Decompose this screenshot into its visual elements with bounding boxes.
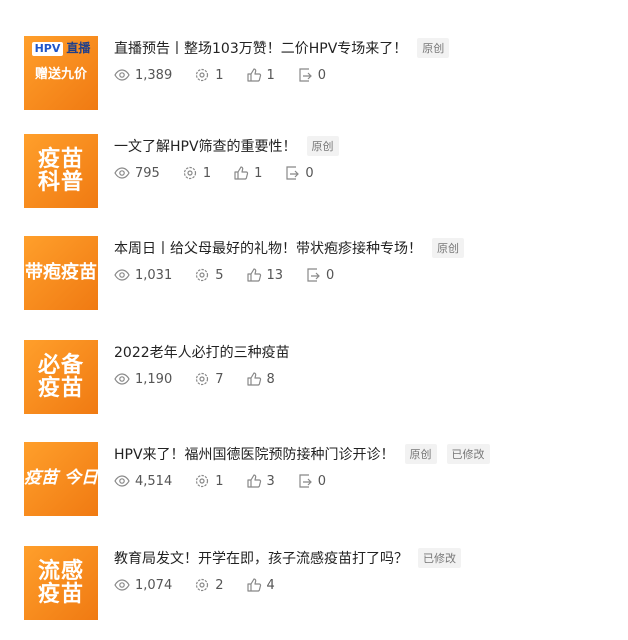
article-title[interactable]: 本周日丨给父母最好的礼物！带状疱疹接种专场！ [114, 238, 422, 258]
gear-share-icon [183, 166, 196, 180]
thumb-caption: 疫苗 今日 [24, 468, 98, 489]
eye-icon [114, 475, 130, 487]
thumb-caption: 疫苗 [37, 582, 84, 607]
share-count: 2 [215, 577, 224, 593]
thumbs-up-icon [246, 474, 261, 488]
article-thumbnail[interactable]: 疫苗 科普 [24, 134, 98, 208]
forward-count: 0 [326, 267, 335, 283]
original-badge: 原创 [417, 38, 450, 58]
article-thumbnail[interactable]: 带疱疫苗 [24, 236, 98, 310]
gear-share-icon [196, 578, 209, 592]
article-item[interactable]: 带疱疫苗 本周日丨给父母最好的礼物！带状疱疹接种专场！ 原创 1,031 5 1… [24, 236, 604, 312]
thumb-caption: 流感 [37, 558, 84, 584]
share-count: 1 [215, 67, 224, 83]
thumb-caption: 赠送九价 [34, 66, 87, 82]
view-count: 795 [135, 165, 160, 181]
edited-badge: 已修改 [446, 444, 490, 464]
view-count: 1,031 [135, 267, 173, 283]
thumbs-up-icon [246, 68, 261, 82]
like-count: 4 [266, 577, 275, 593]
article-title[interactable]: 直播预告丨整场103万赞！二价HPV专场来了！ [114, 38, 407, 58]
share-count: 5 [215, 267, 224, 283]
article-item[interactable]: 必备 疫苗 2022老年人必打的三种疫苗 1,190 7 8 [24, 340, 604, 416]
forward-count: 0 [317, 67, 327, 83]
thumb-caption: 科普 [37, 170, 84, 195]
article-thumbnail[interactable]: 流感 疫苗 [24, 546, 98, 620]
like-count: 1 [266, 67, 275, 83]
eye-icon [114, 373, 130, 385]
view-count: 1,389 [135, 67, 173, 83]
article-thumbnail[interactable]: 必备 疫苗 [24, 340, 98, 414]
original-badge: 原创 [306, 136, 339, 156]
thumbs-up-icon [246, 372, 261, 386]
view-count: 1,190 [135, 371, 173, 387]
thumb-caption: 疫苗 [37, 146, 84, 172]
eye-icon [114, 69, 130, 81]
like-count: 8 [266, 371, 275, 387]
article-item[interactable]: 流感 疫苗 教育局发文！开学在即，孩子流感疫苗打了吗？ 已修改 1,074 2 … [24, 546, 604, 622]
gear-share-icon [196, 268, 209, 282]
article-item[interactable]: 疫苗 今日 HPV来了！福州国德医院预防接种门诊开诊！ 原创 已修改 4,514… [24, 442, 604, 518]
article-title[interactable]: HPV来了！福州国德医院预防接种门诊开诊！ [114, 444, 395, 464]
like-count: 3 [266, 473, 275, 489]
forward-icon [299, 68, 312, 82]
hpv-tag: HPV [31, 42, 64, 56]
gear-share-icon [196, 474, 209, 488]
edited-badge: 已修改 [418, 548, 461, 568]
thumb-caption: 带疱疫苗 [25, 261, 97, 283]
article-thumbnail[interactable]: 疫苗 今日 [24, 442, 98, 516]
thumbs-up-icon [246, 578, 261, 592]
forward-icon [299, 474, 312, 488]
forward-icon [286, 166, 300, 180]
article-list: HPV 直播 赠送九价 直播预告丨整场103万赞！二价HPV专场来了！ 原创 1… [0, 0, 628, 640]
original-badge: 原创 [432, 238, 464, 258]
eye-icon [114, 167, 130, 179]
article-title[interactable]: 2022老年人必打的三种疫苗 [114, 342, 290, 362]
eye-icon [114, 579, 130, 591]
forward-icon [307, 268, 320, 282]
article-title[interactable]: 一文了解HPV筛查的重要性！ [114, 136, 297, 156]
view-count: 4,514 [135, 473, 173, 489]
like-count: 13 [266, 267, 284, 283]
like-count: 1 [254, 165, 263, 181]
live-label: 直播 [66, 41, 91, 56]
view-count: 1,074 [135, 577, 173, 593]
gear-share-icon [196, 68, 209, 82]
article-item[interactable]: HPV 直播 赠送九价 直播预告丨整场103万赞！二价HPV专场来了！ 原创 1… [24, 36, 604, 112]
share-count: 7 [215, 371, 224, 387]
forward-count: 0 [305, 165, 314, 181]
thumb-caption: 必备 [37, 352, 84, 378]
article-title[interactable]: 教育局发文！开学在即，孩子流感疫苗打了吗？ [114, 548, 408, 568]
article-thumbnail[interactable]: HPV 直播 赠送九价 [24, 36, 98, 110]
gear-share-icon [196, 372, 209, 386]
original-badge: 原创 [404, 444, 437, 464]
thumbs-up-icon [246, 268, 261, 282]
share-count: 1 [202, 165, 212, 181]
article-item[interactable]: 疫苗 科普 一文了解HPV筛查的重要性！ 原创 795 1 1 0 [24, 134, 604, 210]
thumbs-up-icon [234, 166, 249, 180]
share-count: 1 [215, 473, 224, 489]
thumb-caption: 疫苗 [37, 376, 84, 401]
eye-icon [114, 269, 130, 281]
forward-count: 0 [317, 473, 327, 489]
